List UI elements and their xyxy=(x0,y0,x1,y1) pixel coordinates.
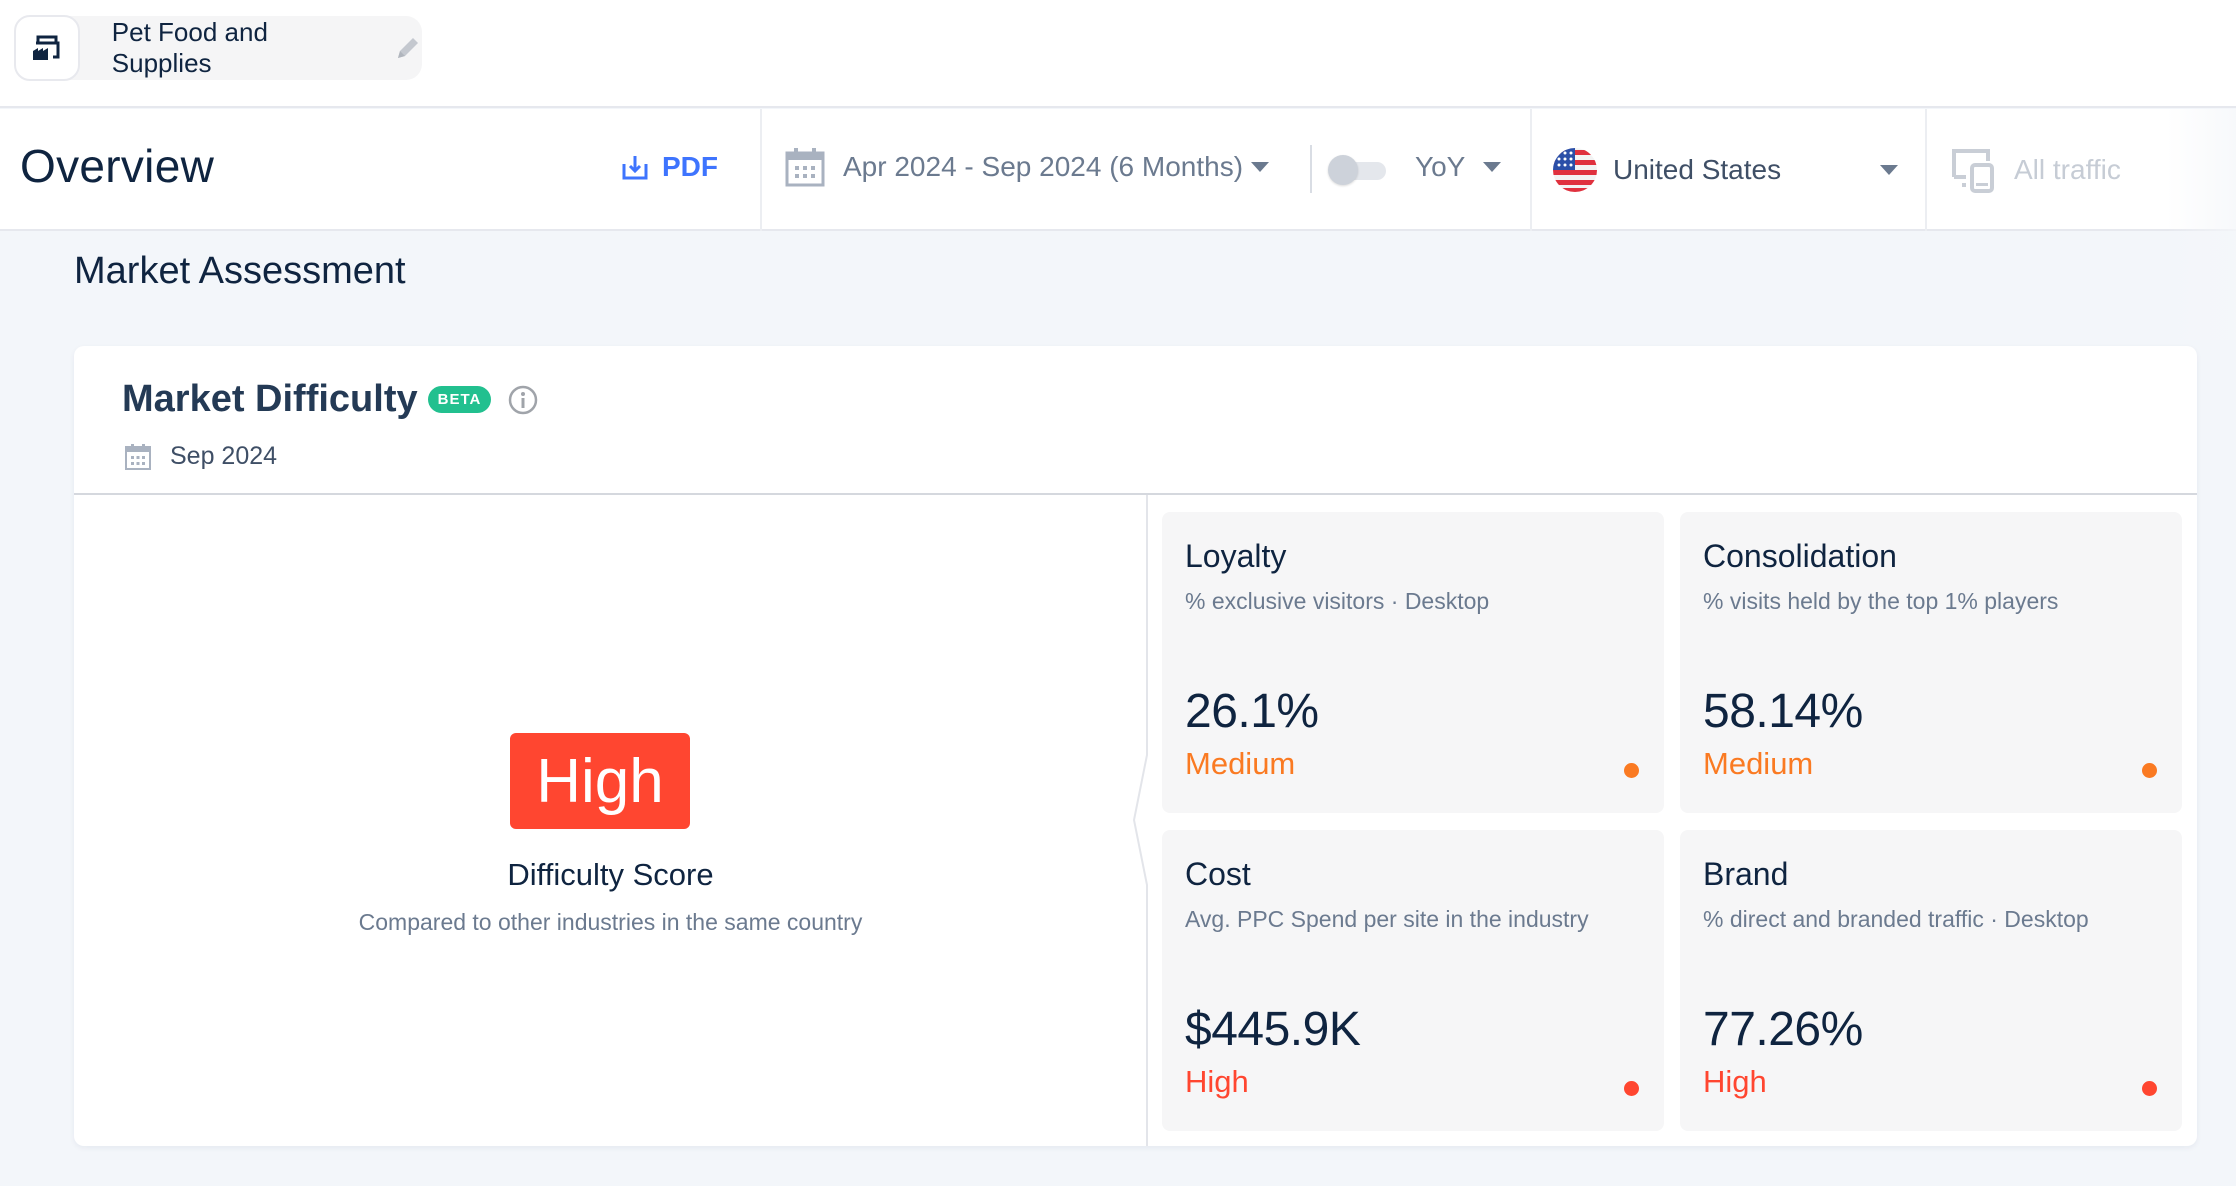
metric-name: Consolidation xyxy=(1703,538,1897,574)
date-range-label: Apr 2024 - Sep 2024 (6 Months) xyxy=(843,151,1244,182)
market-difficulty-card: Market Difficulty BETA Sep 2024 High Dif… xyxy=(74,346,2197,1146)
pdf-label: PDF xyxy=(662,151,718,182)
us-flag-icon xyxy=(1553,148,1597,192)
page-header: Overview PDF Apr 2024 - Sep 2024 (6 Mont… xyxy=(0,109,2236,340)
calendar-icon xyxy=(785,148,825,187)
metric-level: High xyxy=(1185,1064,1249,1099)
compare-mode-select[interactable]: YoY xyxy=(1415,151,1502,183)
date-range-picker[interactable]: Apr 2024 - Sep 2024 (6 Months) xyxy=(785,147,1270,187)
info-icon[interactable] xyxy=(507,384,539,416)
card-date: Sep 2024 xyxy=(124,442,277,471)
chevron-down-icon xyxy=(1880,165,1898,175)
card-title: Market Difficulty xyxy=(122,378,418,420)
metric-card-cost: Cost Avg. PPC Spend per site in the indu… xyxy=(1162,830,1664,1131)
difficulty-level-badge: High xyxy=(510,733,690,829)
status-dot xyxy=(2142,763,2157,778)
beta-badge: BETA xyxy=(427,386,492,413)
compare-mode-label: YoY xyxy=(1415,151,1466,182)
status-dot xyxy=(2142,1081,2157,1096)
difficulty-score-panel: High Difficulty Score Compared to other … xyxy=(74,495,1147,1146)
metric-card-consolidation: Consolidation % visits held by the top 1… xyxy=(1680,512,2182,813)
status-dot xyxy=(1624,763,1639,778)
metric-name: Loyalty xyxy=(1185,538,1287,574)
chevron-down-icon xyxy=(1483,162,1502,172)
card-header: Market Difficulty BETA Sep 2024 xyxy=(74,346,2197,495)
calendar-icon xyxy=(125,443,151,470)
metric-level: Medium xyxy=(1185,746,1296,781)
country-label: United States xyxy=(1613,154,1782,185)
country-select[interactable]: United States xyxy=(1553,147,1898,193)
metric-description: % direct and branded traffic · Desktop xyxy=(1703,906,2089,932)
section-title: Market Assessment xyxy=(74,250,406,292)
devices-icon xyxy=(1952,149,1994,193)
pdf-download-button[interactable]: PDF xyxy=(622,151,718,183)
status-dot xyxy=(1624,1081,1639,1096)
metric-name: Cost xyxy=(1185,856,1251,892)
metric-value: 26.1% xyxy=(1185,685,1319,738)
chevron-down-icon xyxy=(1251,162,1270,172)
difficulty-score-title: Difficulty Score xyxy=(507,857,714,892)
divider xyxy=(1310,145,1312,193)
traffic-select: All traffic xyxy=(1952,147,2121,193)
metric-description: Avg. PPC Spend per site in the industry xyxy=(1185,906,1589,932)
scroll-fade xyxy=(2166,109,2236,340)
traffic-label: All traffic xyxy=(2014,154,2121,185)
metric-value: 77.26% xyxy=(1703,1003,1863,1056)
card-date-label: Sep 2024 xyxy=(170,442,278,470)
industry-icon xyxy=(14,15,80,81)
difficulty-score-subtitle: Compared to other industries in the same… xyxy=(358,909,863,935)
page-title: Overview xyxy=(20,140,215,192)
download-icon xyxy=(622,156,648,180)
metric-value: $445.9K xyxy=(1185,1003,1361,1056)
divider xyxy=(1530,109,1532,231)
metric-description: % visits held by the top 1% players xyxy=(1703,588,2059,614)
industry-name: Pet Food and Supplies xyxy=(111,17,268,78)
panel-divider xyxy=(1132,495,1148,1146)
metric-level: Medium xyxy=(1703,746,1814,781)
metric-level: High xyxy=(1703,1064,1767,1099)
metric-description: % exclusive visitors · Desktop xyxy=(1185,588,1490,614)
divider xyxy=(1925,109,1927,231)
top-bar: Pet Food and Supplies xyxy=(0,0,2236,108)
metric-card-brand: Brand % direct and branded traffic · Des… xyxy=(1680,830,2182,1131)
pencil-icon[interactable] xyxy=(394,34,422,62)
toggle-knob xyxy=(1328,155,1358,185)
metric-card-loyalty: Loyalty % exclusive visitors · Desktop 2… xyxy=(1162,512,1664,813)
compare-toggle[interactable] xyxy=(1328,155,1388,185)
divider xyxy=(760,109,762,231)
metric-value: 58.14% xyxy=(1703,685,1863,738)
industry-chip[interactable]: Pet Food and Supplies xyxy=(14,15,422,81)
metric-name: Brand xyxy=(1703,856,1789,892)
card-title-row: Market Difficulty BETA xyxy=(122,378,539,421)
